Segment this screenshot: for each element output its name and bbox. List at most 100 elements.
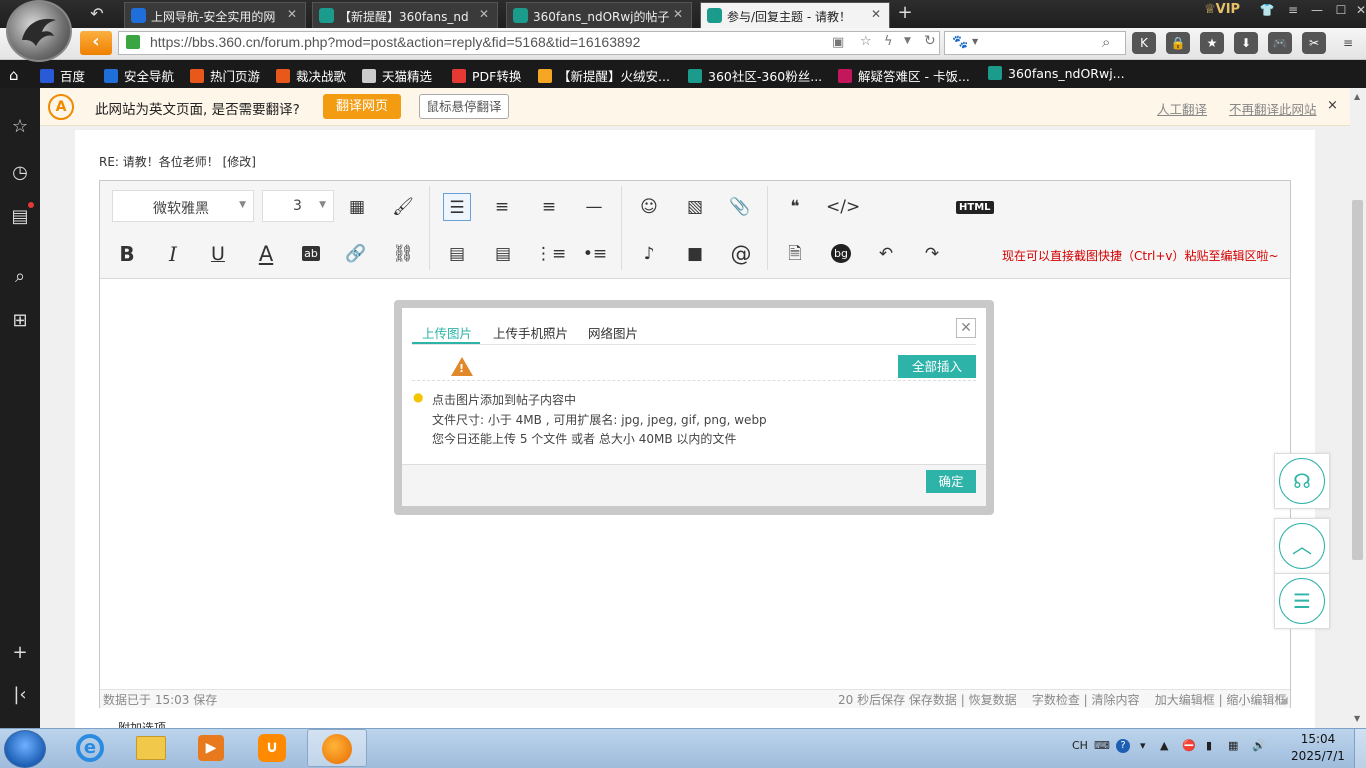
horizontal-rule-icon[interactable]: — bbox=[580, 193, 608, 221]
extension-lock-icon[interactable]: 🔒 bbox=[1166, 32, 1190, 54]
bookmark-7[interactable]: 360社区-360粉丝... bbox=[688, 66, 822, 85]
undo-close-tab-icon[interactable]: ↶ bbox=[86, 4, 108, 23]
skin-icon[interactable]: 👕 bbox=[1256, 3, 1278, 21]
network-icon[interactable]: ▦ bbox=[1228, 739, 1238, 752]
never-translate-link[interactable]: 不再翻译此网站 bbox=[1229, 99, 1317, 118]
bookmark-0[interactable]: 百度 bbox=[40, 66, 85, 85]
refresh-icon[interactable]: ↻ bbox=[924, 33, 936, 49]
speed-mode-icon[interactable]: ϟ bbox=[884, 34, 893, 49]
more-menu-icon[interactable]: ≡ bbox=[1336, 32, 1360, 54]
video-icon[interactable]: ■ bbox=[681, 240, 709, 268]
underline-icon[interactable]: U bbox=[204, 240, 232, 268]
tab-2[interactable]: 360fans_ndORwj的帖子 ✕ bbox=[506, 2, 692, 28]
tab-upload-image[interactable]: 上传图片 bbox=[422, 323, 472, 342]
bookmark-2[interactable]: 热门页游 bbox=[190, 66, 260, 85]
reply-title[interactable]: RE: 请教！各位老师！ [修改] bbox=[99, 153, 256, 170]
table-icon[interactable]: ▦ bbox=[343, 193, 371, 221]
collapse-sidebar-icon[interactable]: |‹ bbox=[9, 684, 31, 706]
italic-icon[interactable]: I bbox=[159, 240, 187, 268]
redo-icon[interactable]: ↷ bbox=[918, 240, 946, 268]
search-icon[interactable]: ⌕ bbox=[1102, 33, 1110, 51]
bookmark-5[interactable]: PDF转换 bbox=[452, 66, 521, 85]
show-desktop-button[interactable] bbox=[1354, 729, 1366, 768]
url-text[interactable]: https://bbs.360.cn/forum.php?mod=post&ac… bbox=[150, 34, 640, 50]
bookmark-3[interactable]: 裁决战歌 bbox=[276, 66, 346, 85]
align-left-icon[interactable]: ☰ bbox=[443, 193, 471, 221]
scrollbar-thumb[interactable] bbox=[1352, 200, 1363, 560]
volume-icon[interactable]: 🔊 bbox=[1252, 739, 1266, 752]
bold-icon[interactable]: B bbox=[113, 240, 141, 268]
insert-all-button[interactable]: 全部插入 bbox=[898, 355, 976, 378]
search-icon[interactable]: ⌕ bbox=[9, 266, 31, 288]
toolbox-icon[interactable]: ▤ bbox=[9, 206, 31, 228]
menu-icon[interactable]: ≡ bbox=[1282, 3, 1304, 21]
help-icon[interactable]: ? bbox=[1116, 739, 1130, 753]
close-window-icon[interactable]: ✕ bbox=[1350, 3, 1366, 21]
dialog-close-icon[interactable]: ✕ bbox=[956, 318, 976, 338]
bg-music-icon[interactable]: bg bbox=[827, 240, 855, 268]
manual-translate-link[interactable]: 人工翻译 bbox=[1157, 99, 1207, 118]
font-size-select[interactable]: 3 ▼ bbox=[262, 190, 334, 222]
favorite-star-icon[interactable]: ☆ bbox=[860, 34, 872, 49]
unlink-icon[interactable]: ⛓ bbox=[389, 240, 417, 268]
tab-upload-phone-photo[interactable]: 上传手机照片 bbox=[493, 323, 568, 342]
bookmark-1[interactable]: 安全导航 bbox=[104, 66, 174, 85]
align-right-icon[interactable]: ≡ bbox=[535, 193, 563, 221]
start-button[interactable] bbox=[4, 730, 46, 768]
float-right-icon[interactable]: ▤ bbox=[489, 240, 517, 268]
scissors-icon[interactable]: ✂ bbox=[1302, 32, 1326, 54]
format-painter-icon[interactable]: 🖌 bbox=[389, 193, 417, 221]
mention-icon[interactable]: @ bbox=[727, 240, 755, 268]
vip-badge[interactable]: ♕VIP bbox=[1204, 2, 1240, 17]
network-warning-icon[interactable]: ⛔ bbox=[1182, 739, 1196, 752]
tab-1[interactable]: 【新提醒】360fans_nd ✕ bbox=[312, 2, 498, 28]
battery-icon[interactable]: ▮ bbox=[1206, 739, 1212, 752]
undo-icon[interactable]: ↶ bbox=[872, 240, 900, 268]
plus-icon[interactable]: + bbox=[9, 642, 31, 664]
extension-star-icon[interactable]: ★ bbox=[1200, 32, 1224, 54]
input-language[interactable]: CH bbox=[1072, 739, 1088, 752]
back-button[interactable]: ‹ bbox=[80, 31, 112, 55]
scroll-down-icon[interactable]: ▼ bbox=[1354, 714, 1360, 723]
code-icon[interactable]: </> bbox=[826, 193, 860, 221]
favorites-star-icon[interactable]: ☆ bbox=[9, 116, 31, 138]
bookmark-9[interactable]: 360fans_ndORwj... bbox=[988, 66, 1125, 81]
screenshot-icon[interactable]: ▣ bbox=[832, 35, 844, 50]
tab-close-icon[interactable]: ✕ bbox=[479, 7, 489, 21]
game-controller-icon[interactable]: ⊞ bbox=[9, 310, 31, 332]
shopping-app-icon[interactable]: ∪ bbox=[244, 730, 298, 766]
maximize-icon[interactable]: ☐ bbox=[1330, 3, 1352, 21]
history-clock-icon[interactable]: ◷ bbox=[9, 162, 31, 184]
background-color-icon[interactable]: ab bbox=[297, 240, 325, 268]
hover-translate-button[interactable]: 鼠标悬停翻译 bbox=[419, 94, 509, 119]
browser-taskbar-button[interactable] bbox=[307, 729, 367, 767]
translate-page-button[interactable]: 翻译网页 bbox=[323, 94, 401, 119]
music-icon[interactable]: ♪ bbox=[635, 240, 663, 268]
font-color-icon[interactable]: A bbox=[252, 240, 280, 268]
close-translate-icon[interactable]: × bbox=[1327, 98, 1338, 113]
keyboard-icon[interactable]: ⌨ bbox=[1094, 739, 1110, 752]
media-player-icon[interactable]: ▶ bbox=[184, 730, 238, 766]
attachment-icon[interactable]: 📎 bbox=[726, 193, 754, 221]
scroll-up-icon[interactable]: ▲ bbox=[1354, 92, 1360, 101]
quote-icon[interactable]: ❝ bbox=[781, 193, 809, 221]
bookmark-6[interactable]: 【新提醒】火绒安... bbox=[538, 66, 670, 85]
image-icon[interactable]: ▧ bbox=[681, 193, 709, 221]
editor-actions[interactable]: 20 秒后保存 保存数据 | 恢复数据 字数检查 | 清除内容 加大编辑框 | … bbox=[838, 691, 1286, 708]
tab-network-image[interactable]: 网络图片 bbox=[588, 323, 638, 342]
align-center-icon[interactable]: ≡ bbox=[488, 193, 516, 221]
home-icon[interactable]: ⌂ bbox=[9, 66, 19, 84]
resize-handle-icon[interactable]: ◢ bbox=[1280, 695, 1288, 706]
emoji-icon[interactable]: ☺ bbox=[635, 193, 663, 221]
unordered-list-icon[interactable]: •≡ bbox=[581, 240, 609, 268]
lock-secure-icon[interactable] bbox=[126, 35, 140, 49]
tab-0[interactable]: 上网导航-安全实用的网 ✕ bbox=[124, 2, 306, 28]
new-tab-button[interactable]: + bbox=[894, 2, 916, 23]
tray-options-icon[interactable]: ▾ bbox=[1140, 739, 1146, 752]
customer-service-button[interactable]: ☊ bbox=[1274, 453, 1330, 509]
font-family-select[interactable]: 微软雅黑 ▼ bbox=[112, 190, 254, 222]
chevron-down-icon[interactable]: ▼ bbox=[904, 36, 911, 46]
tab-close-icon[interactable]: ✕ bbox=[673, 7, 683, 21]
tab-close-icon[interactable]: ✕ bbox=[287, 7, 297, 21]
confirm-button[interactable]: 确定 bbox=[926, 470, 976, 493]
